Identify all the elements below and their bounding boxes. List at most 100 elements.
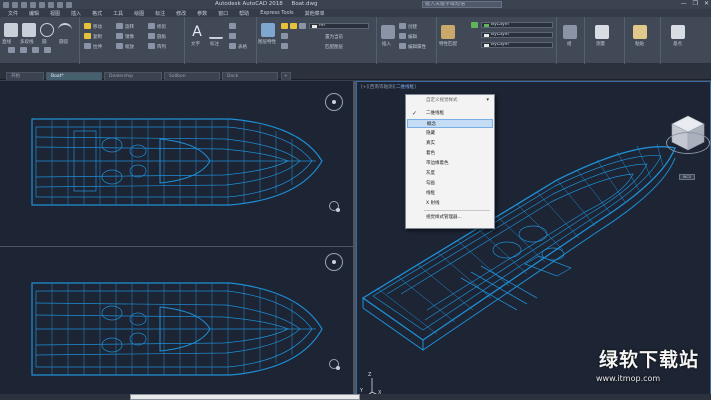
polyline-icon[interactable] [22,23,36,37]
mirror-icon[interactable] [116,33,123,39]
tab-dealership[interactable]: Dealership [104,72,162,80]
menu-item-hidden[interactable]: 隐藏 [407,129,493,138]
new-icon[interactable] [12,1,18,8]
paste-icon[interactable] [633,25,647,39]
menu-insert[interactable]: 插入 [71,10,81,17]
menu-item-conceptual[interactable]: 概念 [407,119,493,128]
viewport-label-style[interactable]: 二维线框 [396,85,414,90]
compass-icon[interactable] [325,93,343,111]
dimension-icon[interactable] [209,25,223,39]
menu-draw[interactable]: 绘图 [134,10,144,17]
menu-file[interactable]: 文件 [8,10,18,17]
compass-icon[interactable] [325,253,343,271]
menu-item-shaded[interactable]: 着色 [407,149,493,158]
viewport-label[interactable]: [+][西南等轴测][二维线框] [361,84,416,90]
menu-item-x-ray[interactable]: X 射线 [407,199,493,208]
table-icon[interactable] [229,43,236,49]
tab-boat[interactable]: Boat* [46,72,102,80]
move-icon[interactable] [84,23,91,29]
menu-item-realistic[interactable]: 真实 [407,139,493,148]
menu-item-wireframe[interactable]: 线框 [407,189,493,198]
rotate-icon[interactable] [116,23,123,29]
line-icon[interactable] [4,23,18,37]
navbar-icon[interactable] [329,201,340,212]
leader-icon[interactable] [229,33,236,39]
app-menu-icon[interactable] [3,1,9,8]
lineweight-combo[interactable]: ByLayer [481,42,553,48]
ellipse-icon[interactable] [44,47,51,53]
menu-dimension[interactable]: 标注 [155,10,165,17]
measure-icon[interactable] [595,25,609,39]
menu-item-shaded-with-edges[interactable]: 带边缘着色 [407,159,493,168]
menu-parametric[interactable]: 参数 [197,10,207,17]
array-icon[interactable] [148,43,155,49]
scale-icon[interactable] [116,43,123,49]
viewcube-compass-ring[interactable] [666,132,710,154]
undo-icon[interactable] [57,1,63,8]
edit-block-icon[interactable] [399,33,406,39]
wcs-menu[interactable]: WCS [679,174,695,180]
base-view-icon[interactable] [671,25,685,39]
open-icon[interactable] [21,1,27,8]
save-icon[interactable] [30,1,36,8]
menu-edit[interactable]: 编辑 [29,10,39,17]
linear-icon[interactable] [229,23,236,29]
menu-item-shades-of-gray[interactable]: 灰度 [407,169,493,178]
plot-icon[interactable] [48,1,54,8]
match-layer-icon[interactable] [281,43,288,49]
color-combo[interactable]: ByLayer [481,22,553,28]
fillet-icon[interactable] [148,33,155,39]
menu-item-visual-styles-manager[interactable]: 视觉样式管理器... [407,213,493,222]
color-icon[interactable] [471,22,478,28]
menu-more[interactable]: 其他菜单 [305,10,325,17]
circle-icon[interactable] [40,23,54,37]
text-icon[interactable]: A [190,25,204,39]
edit-attributes-icon[interactable] [399,43,406,49]
insert-icon[interactable] [381,25,395,39]
layer-freeze-icon[interactable] [290,23,297,29]
stretch-icon[interactable] [84,43,91,49]
match-properties-icon[interactable] [441,25,455,39]
tab-start[interactable]: 开始 [6,72,44,80]
linetype-combo[interactable]: ByLayer [481,32,553,38]
minimize-button[interactable]: — [681,0,687,7]
menu-modify[interactable]: 修改 [176,10,186,17]
menu-window[interactable]: 窗口 [218,10,228,17]
create-block-icon[interactable] [399,23,406,29]
save-as-icon[interactable] [39,1,45,8]
viewport-bottom-view[interactable] [0,247,353,400]
layer-combo[interactable]: AR [309,23,369,29]
hatch-icon[interactable] [20,47,27,53]
chevron-down-icon[interactable]: ▾ [486,97,489,104]
viewport-top-view[interactable] [0,81,353,246]
menu-format[interactable]: 格式 [92,10,102,17]
command-line-input[interactable] [130,394,360,400]
search-input[interactable]: 键入关键字或短语 [422,1,502,8]
layer-properties-icon[interactable] [261,23,275,37]
tab-sallbon[interactable]: Sallbon [164,72,220,80]
close-button[interactable]: ✕ [704,0,709,7]
copy-icon[interactable] [84,33,91,39]
arc-icon[interactable] [58,23,72,37]
redo-icon[interactable] [66,1,72,8]
menu-help[interactable]: 帮助 [239,10,249,17]
navbar-icon[interactable] [329,359,340,370]
viewcube[interactable]: WCS [666,100,711,190]
menu-tools[interactable]: 工具 [113,10,123,17]
gradient-icon[interactable] [32,47,39,53]
menu-item-2d-wireframe[interactable]: ✓ 二维线框 [407,109,493,118]
menu-header[interactable]: 自定义视觉样式 ▾ [408,97,492,104]
menu-view[interactable]: 视图 [50,10,60,17]
menu-express-tools[interactable]: Express Tools [260,10,293,16]
group-icon[interactable] [563,25,577,39]
new-tab-button[interactable]: + [281,72,291,80]
boat-top-wireframe [31,118,323,206]
layer-on-icon[interactable] [281,23,288,29]
maximize-button[interactable]: ❐ [693,0,698,7]
make-current-icon[interactable] [281,33,288,39]
menu-item-sketchy[interactable]: 勾画 [407,179,493,188]
tab-dock[interactable]: Dock [222,72,278,80]
rectangle-icon[interactable] [8,47,15,53]
trim-icon[interactable] [148,23,155,29]
layer-lock-icon[interactable] [299,23,306,29]
